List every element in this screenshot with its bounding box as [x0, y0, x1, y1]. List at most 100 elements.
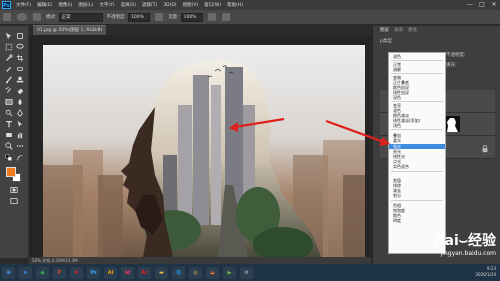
zoom-tool-icon[interactable]	[4, 142, 13, 150]
blend-option[interactable]: 划分	[393, 193, 401, 198]
minimize-button[interactable]: —	[464, 0, 476, 10]
powerpoint-icon[interactable]: P	[53, 266, 66, 279]
blend-option[interactable]: 明度	[393, 218, 401, 223]
eraser-tool-icon[interactable]	[15, 87, 24, 95]
menu-edit[interactable]: 编辑(E)	[34, 2, 55, 8]
type-tool-icon[interactable]	[4, 120, 13, 128]
maximize-button[interactable]: □	[476, 0, 488, 10]
quick-select-tool-icon[interactable]	[4, 54, 13, 62]
pressure-opacity-icon[interactable]	[155, 13, 164, 21]
crop-tool-icon[interactable]	[15, 54, 24, 62]
flow-label: 流量:	[168, 15, 179, 20]
layer-kind-filter[interactable]: ρ类型	[380, 38, 392, 44]
menu-help[interactable]: 帮助(H)	[224, 2, 246, 8]
eyedropper-tool-icon[interactable]	[4, 65, 13, 73]
quick-mask-icon[interactable]	[9, 186, 18, 194]
clone-stamp-tool-icon[interactable]	[15, 76, 24, 84]
gradient-tool-icon[interactable]	[4, 98, 13, 106]
swap-colors-icon[interactable]	[15, 154, 24, 162]
opacity-label: 不透明度:	[106, 15, 127, 20]
mode-label: 模式:	[46, 15, 57, 20]
photoshop-logo-icon: Ps	[2, 1, 11, 9]
annotation-arrow-canvas	[229, 117, 285, 132]
chrome-icon[interactable]: ◎	[189, 266, 202, 279]
dropdown-divider	[391, 101, 443, 102]
windows-icon[interactable]: ⊞	[2, 266, 15, 279]
dodge-tool-icon[interactable]	[4, 109, 13, 117]
opacity-field[interactable]: 100%	[128, 12, 151, 22]
lock-icon	[480, 145, 489, 153]
dropdown-divider	[391, 73, 443, 74]
blend-option[interactable]: 深色	[393, 95, 401, 100]
pdf-icon[interactable]: A	[70, 266, 83, 279]
menu-select[interactable]: 选择(S)	[118, 2, 139, 8]
marquee-tool-icon[interactable]	[4, 43, 13, 51]
blend-option[interactable]: 实色混合	[393, 164, 409, 169]
illustrator-icon[interactable]: Ai	[104, 266, 117, 279]
pen-tool-icon[interactable]	[15, 109, 24, 117]
blend-current[interactable]: 滤色	[393, 54, 401, 59]
more-tools-icon[interactable]	[15, 142, 24, 150]
settings-icon[interactable]: ⚙	[240, 266, 253, 279]
tray-date: 2020/1/20	[475, 272, 496, 277]
path-selection-tool-icon[interactable]	[15, 120, 24, 128]
menu-window[interactable]: 窗口(W)	[201, 2, 224, 8]
history-brush-tool-icon[interactable]	[4, 87, 13, 95]
flow-field[interactable]: 100%	[180, 12, 203, 22]
system-tray: 9:23 2020/1/20	[475, 266, 496, 278]
folder-icon[interactable]: ▬	[155, 266, 168, 279]
watermark-url: jingyan.baidu.com	[440, 250, 496, 257]
menu-filter[interactable]: 滤镜(T)	[139, 2, 160, 8]
tools-panel	[0, 26, 29, 258]
menu-bar: Ps 文件(F) 编辑(E) 图像(I) 图层(L) 文字(Y) 选择(S) 滤…	[0, 0, 500, 10]
status-bar: 50% 文档:4.25M/15.3M	[29, 257, 371, 264]
mode-select[interactable]: 正常	[58, 12, 103, 22]
dropdown-divider	[391, 171, 443, 172]
layer-mask-thumbnail[interactable]	[444, 116, 460, 132]
acrobat-icon[interactable]: Ac	[138, 266, 151, 279]
qq-icon[interactable]: Q	[172, 266, 185, 279]
layer-fill-label: 填充:	[446, 63, 457, 68]
layer-opacity-label: 不透明度:	[446, 53, 466, 58]
tab-layers[interactable]: 图层	[380, 27, 389, 33]
brush-panel-icon[interactable]	[33, 13, 41, 21]
annotation-arrow-panel	[325, 119, 390, 146]
default-colors-icon[interactable]	[4, 154, 13, 162]
blend-mode-dropdown[interactable]: 滤色 正常 溶解 变暗 正片叠底 颜色加深 线性加深 深色 变亮 滤色 颜色减淡…	[388, 52, 446, 254]
brush-tool-icon[interactable]	[4, 76, 13, 84]
rectangle-tool-icon[interactable]	[4, 131, 13, 139]
menu-3d[interactable]: 3D(D)	[160, 3, 179, 8]
blend-option[interactable]: 溶解	[393, 67, 401, 72]
media-icon[interactable]: ▶	[223, 266, 236, 279]
brush-tool-preset-icon[interactable]	[3, 13, 11, 21]
hand-tool-icon[interactable]	[15, 131, 24, 139]
document-canvas[interactable]	[43, 45, 365, 257]
dropdown-divider	[391, 200, 443, 201]
dropdown-divider	[391, 60, 443, 61]
tab-channels[interactable]: 通道	[394, 27, 403, 33]
menu-layer[interactable]: 图层(L)	[75, 2, 96, 8]
menu-image[interactable]: 图像(I)	[55, 2, 75, 8]
menu-file[interactable]: 文件(F)	[13, 2, 34, 8]
photoshop-icon[interactable]: Ps	[87, 266, 100, 279]
healing-brush-tool-icon[interactable]	[15, 65, 24, 73]
brush-size-icon[interactable]	[17, 13, 27, 21]
indesign-icon[interactable]: Id	[121, 266, 134, 279]
lasso-tool-icon[interactable]	[15, 43, 24, 51]
browser-icon[interactable]: e	[19, 266, 32, 279]
tab-paths[interactable]: 路径	[408, 27, 417, 33]
pressure-size-icon[interactable]	[221, 13, 230, 21]
foreground-color-swatch[interactable]	[6, 167, 16, 177]
wechat-icon[interactable]: ◉	[36, 266, 49, 279]
airbrush-icon[interactable]	[207, 13, 216, 21]
baidu-jingyan-watermark: Bai⌣经验 jingyan.baidu.com	[434, 230, 496, 257]
menu-view[interactable]: 视图(V)	[180, 2, 202, 8]
move-tool-icon[interactable]	[4, 32, 13, 40]
options-bar: 模式: 正常 不透明度: 100% 流量: 100%	[0, 10, 500, 25]
menu-type[interactable]: 文字(Y)	[96, 2, 117, 8]
firefox-icon[interactable]: ◒	[206, 266, 219, 279]
close-button[interactable]: ✕	[488, 0, 500, 10]
screen-mode-icon[interactable]	[9, 197, 18, 205]
artboard-tool-icon[interactable]	[15, 32, 24, 40]
blur-tool-icon[interactable]	[15, 98, 24, 106]
